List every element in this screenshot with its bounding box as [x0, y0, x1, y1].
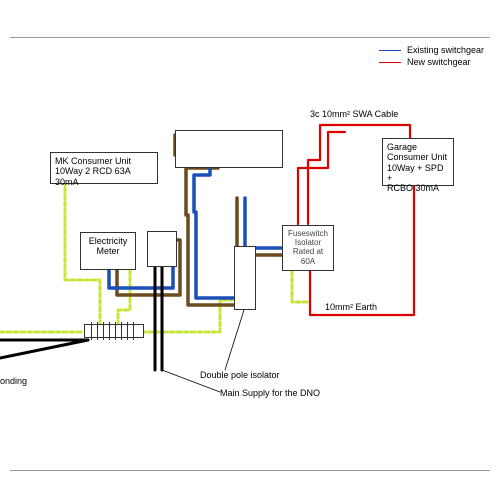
garage-cu-label: Garage Consumer Unit 10Way + SPD + RCBO …	[387, 142, 447, 193]
double-pole-label: Double pole isolator	[200, 370, 280, 380]
double-pole-isolator-box	[234, 246, 256, 310]
legend-existing: Existing switchgear	[379, 45, 484, 55]
meter-box: Electricity Meter	[80, 232, 136, 270]
earth-10-label: 10mm² Earth	[325, 302, 377, 312]
legend-existing-swatch	[379, 50, 401, 51]
meter-label: Electricity Meter	[89, 236, 128, 256]
fuseswitch-box: Fuseswitch Isolator Rated at 60A	[282, 225, 334, 271]
legend-existing-label: Existing switchgear	[407, 45, 484, 55]
page-top-rule	[10, 37, 490, 38]
legend-new-swatch	[379, 62, 401, 63]
legend-new: New switchgear	[379, 57, 484, 67]
legend: Existing switchgear New switchgear	[379, 45, 484, 69]
garage-cu-box: Garage Consumer Unit 10Way + SPD + RCBO …	[382, 138, 454, 186]
henley-block-box	[175, 130, 283, 168]
bonding-label: onding	[0, 376, 27, 386]
legend-new-label: New switchgear	[407, 57, 471, 67]
consumer-unit-label: MK Consumer Unit 10Way 2 RCD 63A 30mA	[55, 156, 131, 187]
main-supply-label: Main Supply for the DNO	[220, 388, 320, 398]
swa-cable-label: 3c 10mm² SWA Cable	[310, 109, 398, 119]
cutout-box	[147, 231, 177, 267]
earth-block	[84, 324, 144, 338]
page-bottom-rule	[10, 470, 490, 471]
consumer-unit-box: MK Consumer Unit 10Way 2 RCD 63A 30mA	[50, 152, 158, 184]
fuseswitch-label: Fuseswitch Isolator Rated at 60A	[288, 229, 328, 266]
diagram-page: Existing switchgear New switchgear	[0, 0, 500, 500]
